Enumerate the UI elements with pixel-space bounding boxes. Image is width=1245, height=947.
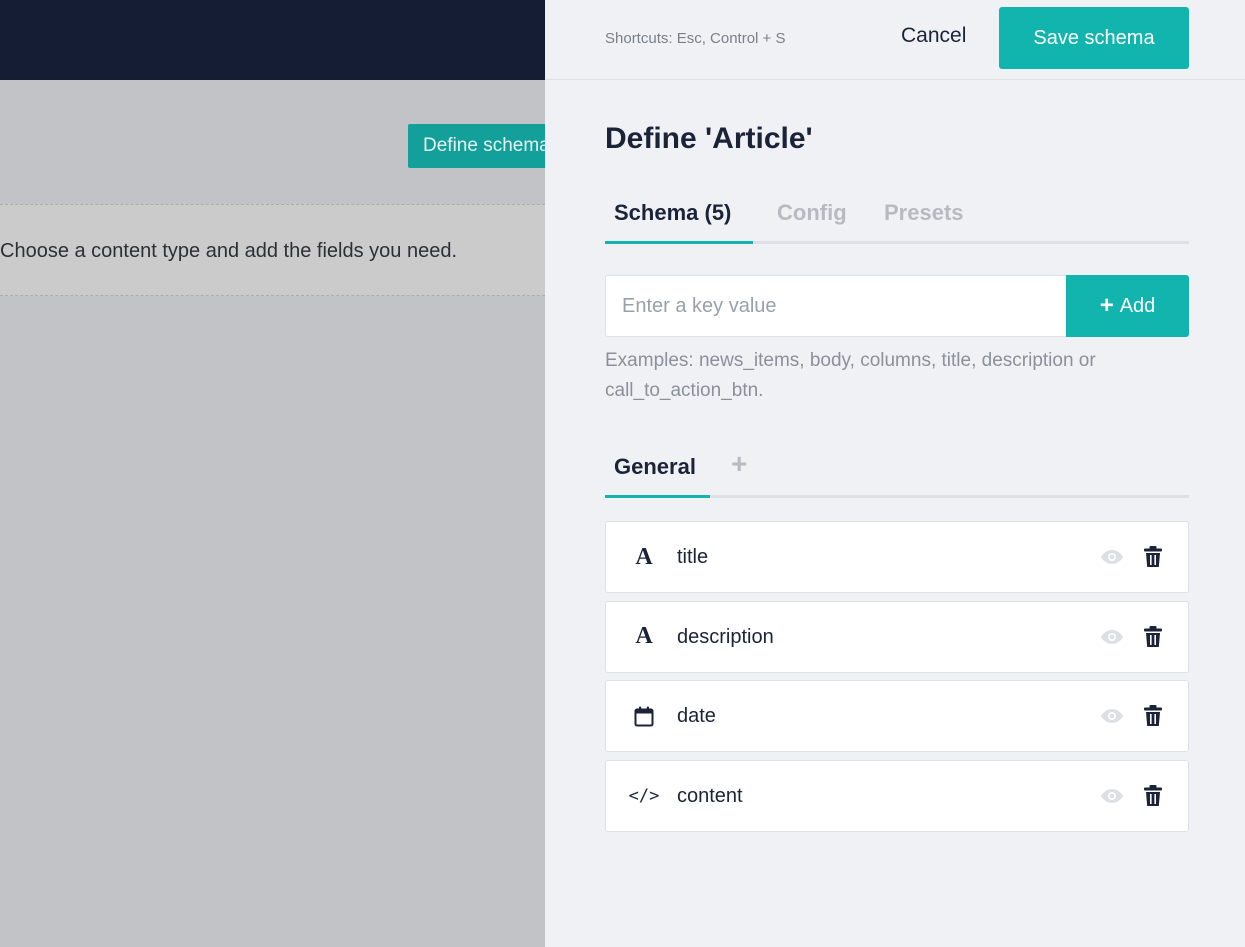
text-type-icon: A — [635, 623, 653, 649]
cancel-button[interactable]: Cancel — [901, 24, 966, 48]
panel-title: Define 'Article' — [605, 122, 813, 155]
code-icon: </> — [628, 785, 660, 806]
tab-general[interactable]: General — [605, 448, 710, 498]
add-field-button[interactable]: + Add — [1066, 275, 1189, 337]
background-define-schema-button: Define schema — [408, 124, 568, 168]
panel-tabs: Schema (5) Config Presets — [605, 196, 1189, 244]
examples-hint: Examples: news_items, body, columns, tit… — [605, 350, 1096, 401]
field-row-date[interactable]: date — [605, 680, 1189, 752]
field-row-description[interactable]: A description — [605, 600, 1189, 673]
calendar-icon — [632, 681, 656, 751]
add-tab-button[interactable]: + — [731, 448, 747, 480]
field-list: A title A description date </> content — [605, 521, 1189, 839]
eye-icon[interactable] — [1100, 707, 1124, 725]
panel-header: Shortcuts: Esc, Control + S Cancel Save … — [545, 0, 1245, 80]
field-group-tabs: General + — [605, 448, 1189, 498]
tab-config[interactable]: Config — [768, 196, 856, 244]
tab-schema[interactable]: Schema (5) — [605, 196, 753, 244]
trash-icon[interactable] — [1144, 625, 1162, 648]
eye-icon[interactable] — [1100, 787, 1124, 805]
shortcuts-hint: Shortcuts: Esc, Control + S — [605, 30, 786, 47]
field-row-title[interactable]: A title — [605, 521, 1189, 593]
schema-panel: Shortcuts: Esc, Control + S Cancel Save … — [545, 0, 1245, 947]
text-type-icon: A — [635, 543, 653, 570]
key-value-input[interactable] — [605, 275, 1066, 337]
eye-icon[interactable] — [1100, 548, 1124, 566]
background-notice-text: Choose a content type and add the fields… — [0, 240, 458, 262]
field-name: description — [677, 625, 774, 648]
tab-presets[interactable]: Presets — [875, 196, 973, 244]
trash-icon[interactable] — [1144, 784, 1162, 807]
trash-icon[interactable] — [1144, 705, 1162, 727]
eye-icon[interactable] — [1100, 628, 1124, 646]
plus-icon: + — [1099, 292, 1114, 319]
field-name: date — [677, 705, 716, 727]
field-row-content[interactable]: </> content — [605, 759, 1189, 832]
field-name: content — [677, 784, 743, 807]
trash-icon[interactable] — [1144, 546, 1162, 568]
add-button-label: Add — [1119, 294, 1156, 317]
background-notice: Choose a content type and add the fields… — [0, 204, 560, 296]
field-name: title — [677, 546, 709, 568]
save-schema-button[interactable]: Save schema — [999, 7, 1189, 69]
